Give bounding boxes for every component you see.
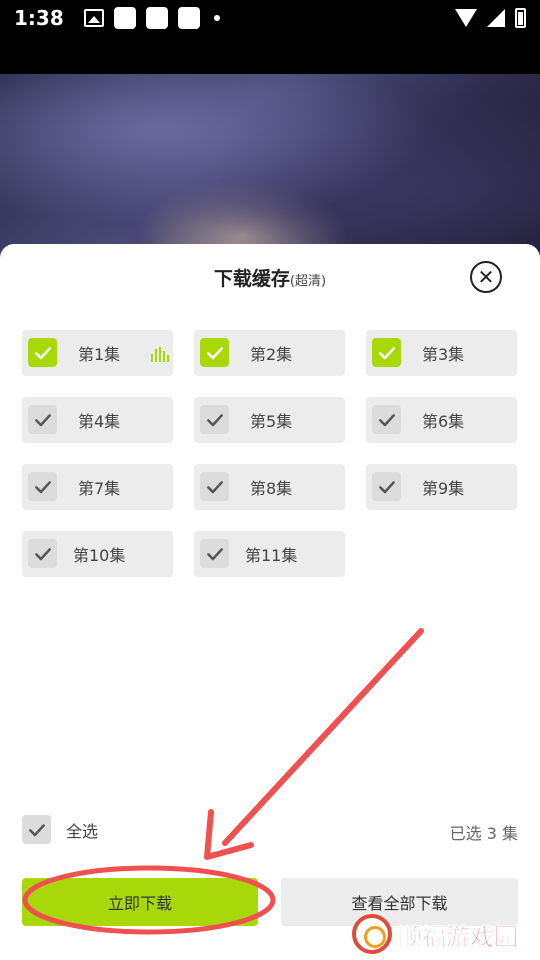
sheet-title-text: 下载缓存 bbox=[213, 268, 290, 290]
now-playing-icon bbox=[151, 347, 169, 362]
selected-count: 已选 3 集 bbox=[449, 824, 518, 843]
download-now-button[interactable]: 立即下载 bbox=[22, 878, 258, 926]
check-icon bbox=[378, 413, 395, 426]
episode-label: 第10集 bbox=[73, 546, 126, 565]
watermark-logo-icon bbox=[352, 914, 392, 954]
view-all-downloads-label: 查看全部下载 bbox=[351, 894, 448, 913]
check-icon bbox=[206, 547, 223, 560]
close-button[interactable]: ✕ bbox=[470, 261, 502, 293]
episode-checkbox[interactable] bbox=[28, 472, 57, 501]
check-icon bbox=[34, 480, 51, 493]
episode-item[interactable]: 第1集 bbox=[22, 330, 173, 376]
check-icon bbox=[206, 480, 223, 493]
episode-checkbox[interactable] bbox=[372, 472, 401, 501]
check-icon bbox=[378, 480, 395, 493]
episode-checkbox[interactable] bbox=[372, 338, 401, 367]
episode-label: 第4集 bbox=[78, 412, 121, 431]
select-all-label: 全选 bbox=[66, 821, 99, 841]
sheet-title: 下载缓存(超清) bbox=[0, 264, 540, 291]
status-bar: 1:38 bbox=[0, 0, 540, 36]
episode-item[interactable]: 第5集 bbox=[194, 397, 345, 443]
episode-checkbox[interactable] bbox=[28, 405, 57, 434]
episode-checkbox[interactable] bbox=[200, 539, 229, 568]
select-all-checkbox[interactable] bbox=[22, 815, 51, 844]
download-now-label: 立即下载 bbox=[107, 894, 172, 913]
episode-item[interactable]: 第7集 bbox=[22, 464, 173, 510]
episode-item[interactable]: 第9集 bbox=[366, 464, 517, 510]
episode-label: 第9集 bbox=[422, 479, 465, 498]
episode-item[interactable]: 第4集 bbox=[22, 397, 173, 443]
video-player[interactable] bbox=[0, 74, 540, 264]
status-time: 1:38 bbox=[14, 6, 64, 30]
episode-item[interactable]: 第10集 bbox=[22, 531, 173, 577]
wifi-icon bbox=[455, 9, 477, 27]
episode-checkbox[interactable] bbox=[28, 338, 57, 367]
episode-checkbox[interactable] bbox=[200, 472, 229, 501]
episode-label: 第2集 bbox=[250, 345, 293, 364]
battery-icon bbox=[515, 8, 526, 28]
episode-label: 第7集 bbox=[78, 479, 121, 498]
episode-label: 第11集 bbox=[245, 546, 298, 565]
select-all-toggle[interactable]: 全选 bbox=[22, 815, 98, 844]
notification-icon bbox=[177, 7, 200, 29]
download-cache-sheet: 下载缓存(超清) ✕ 第1集 第2集 第3集 第4集 第5集 第6集 第7集 第8集 第9集 第1… bbox=[0, 244, 540, 960]
episode-label: 第1集 bbox=[78, 345, 121, 364]
episode-checkbox[interactable] bbox=[200, 338, 229, 367]
notification-icon bbox=[113, 7, 136, 29]
episode-item[interactable]: 第11集 bbox=[194, 531, 345, 577]
episode-checkbox[interactable] bbox=[200, 405, 229, 434]
check-icon bbox=[206, 413, 223, 426]
episode-item[interactable]: 第3集 bbox=[366, 330, 517, 376]
check-icon bbox=[206, 346, 223, 359]
episode-item[interactable]: 第2集 bbox=[194, 330, 345, 376]
system-icons bbox=[455, 8, 526, 28]
notification-icons bbox=[83, 7, 220, 29]
check-icon bbox=[28, 823, 45, 836]
more-notifications-dot-icon bbox=[213, 15, 220, 21]
episode-label: 第6集 bbox=[422, 412, 465, 431]
notification-icon bbox=[145, 7, 168, 29]
watermark-text: 顺福游戏园 bbox=[398, 922, 519, 951]
image-icon bbox=[83, 9, 104, 27]
episode-checkbox[interactable] bbox=[372, 405, 401, 434]
close-icon: ✕ bbox=[477, 265, 495, 289]
check-icon bbox=[34, 547, 51, 560]
episode-checkbox[interactable] bbox=[28, 539, 57, 568]
watermark: 顺福游戏园 bbox=[352, 914, 518, 954]
episode-grid: 第1集 第2集 第3集第4集 第5集 第6集第7集 第8集 第9集第10集 第11集 bbox=[22, 330, 518, 577]
quality-label: (超清) bbox=[289, 274, 327, 289]
check-icon bbox=[378, 346, 395, 359]
episode-item[interactable]: 第8集 bbox=[194, 464, 345, 510]
check-icon bbox=[34, 413, 51, 426]
episode-label: 第3集 bbox=[422, 345, 465, 364]
cell-signal-icon bbox=[487, 9, 505, 27]
episode-label: 第8集 bbox=[250, 479, 293, 498]
check-icon bbox=[34, 346, 51, 359]
episode-label: 第5集 bbox=[250, 412, 293, 431]
episode-item[interactable]: 第6集 bbox=[366, 397, 517, 443]
